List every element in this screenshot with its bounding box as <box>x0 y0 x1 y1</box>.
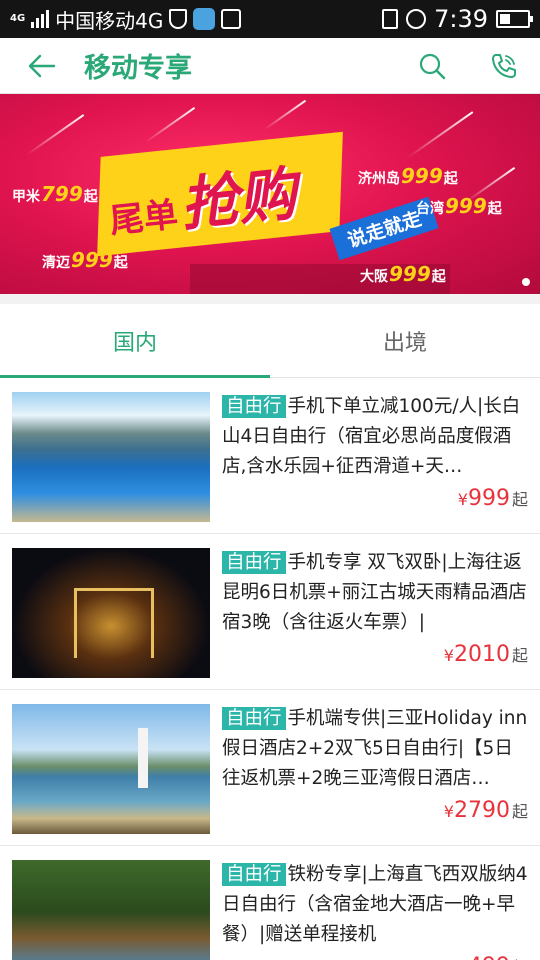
clock: 7:39 <box>434 5 488 33</box>
shield-icon <box>169 9 188 29</box>
battery-icon <box>496 10 533 28</box>
category-badge: 自由行 <box>222 395 286 418</box>
status-bar: 4G 中国移动4G 7:39 <box>0 0 540 38</box>
carrier-label: 中国移动4G <box>55 8 164 33</box>
list-item[interactable]: 自由行 手机下单立减100元/人|长白山4日自由行（宿宜必思尚品度假酒店,含水乐园… <box>0 378 540 534</box>
back-button[interactable] <box>0 38 84 94</box>
product-price: ¥2010 起 <box>443 642 528 667</box>
product-thumbnail <box>12 392 210 522</box>
search-button[interactable] <box>396 38 468 94</box>
list-item[interactable]: 自由行 手机端专供|三亚Holiday inn假日酒店2+2双飞5日自由行|【5日… <box>0 690 540 846</box>
tab-outbound[interactable]: 出境 <box>270 304 540 377</box>
banner-price-label: 清迈 999 起 <box>42 248 128 272</box>
app-header: 移动专享 <box>0 38 540 94</box>
search-icon <box>419 53 446 79</box>
product-title: 自由行 铁粉专享|上海直飞西双版纳4日自由行（含宿金地大酒店一晚+早餐）|赠送单程… <box>222 863 528 945</box>
list-item[interactable]: 自由行 铁粉专享|上海直飞西双版纳4日自由行（含宿金地大酒店一晚+早餐）|赠送单程… <box>0 846 540 960</box>
product-price: ¥999 起 <box>457 486 528 511</box>
product-price: ¥499起 <box>222 954 528 960</box>
banner-price-label: 甲米 799 起 <box>12 182 98 206</box>
tab-bar: 国内 出境 <box>0 304 540 378</box>
banner-price-label: 大阪 999 起 <box>360 262 446 286</box>
category-badge: 自由行 <box>222 863 286 886</box>
category-badge: 自由行 <box>222 551 286 574</box>
back-arrow-icon <box>28 54 56 77</box>
carousel-indicator-dot[interactable] <box>522 278 530 286</box>
image-notification-icon <box>221 9 242 29</box>
page-title: 移动专享 <box>84 53 192 84</box>
category-badge: 自由行 <box>222 707 286 730</box>
banner-price-label: 济州岛 999 起 <box>358 164 458 188</box>
product-title: 自由行 手机下单立减100元/人|长白山4日自由行（宿宜必思尚品度假酒店,含水乐园… <box>222 395 521 477</box>
network-type-label: 4G <box>10 13 26 24</box>
product-title: 自由行 手机端专供|三亚Holiday inn假日酒店2+2双飞5日自由行|【5日… <box>222 707 528 789</box>
signal-icon <box>31 10 50 28</box>
alarm-icon <box>406 9 427 29</box>
app-notification-icon <box>193 8 216 30</box>
product-price: ¥2790 起 <box>443 798 528 823</box>
tab-domestic[interactable]: 国内 <box>0 304 270 378</box>
product-title: 自由行 手机专享 双飞双卧|上海往返昆明6日机票+丽江古城天雨精品酒店宿3晚（含往… <box>222 551 527 633</box>
phone-button[interactable] <box>468 38 540 94</box>
vibrate-icon <box>382 9 399 29</box>
promo-banner[interactable]: 尾单 抢购 说走就走 甲米 799 起 清迈 999 起 济州岛 999 起 台湾 999 起 … <box>0 94 540 294</box>
list-item[interactable]: 自由行 手机专享 双飞双卧|上海往返昆明6日机票+丽江古城天雨精品酒店宿3晚（含往… <box>0 534 540 690</box>
product-thumbnail <box>12 860 210 960</box>
phone-icon <box>492 53 516 78</box>
product-thumbnail <box>12 548 210 678</box>
product-thumbnail <box>12 704 210 834</box>
banner-price-label: 台湾 999 起 <box>416 194 502 218</box>
product-list: 自由行 手机下单立减100元/人|长白山4日自由行（宿宜必思尚品度假酒店,含水乐园… <box>0 378 540 960</box>
